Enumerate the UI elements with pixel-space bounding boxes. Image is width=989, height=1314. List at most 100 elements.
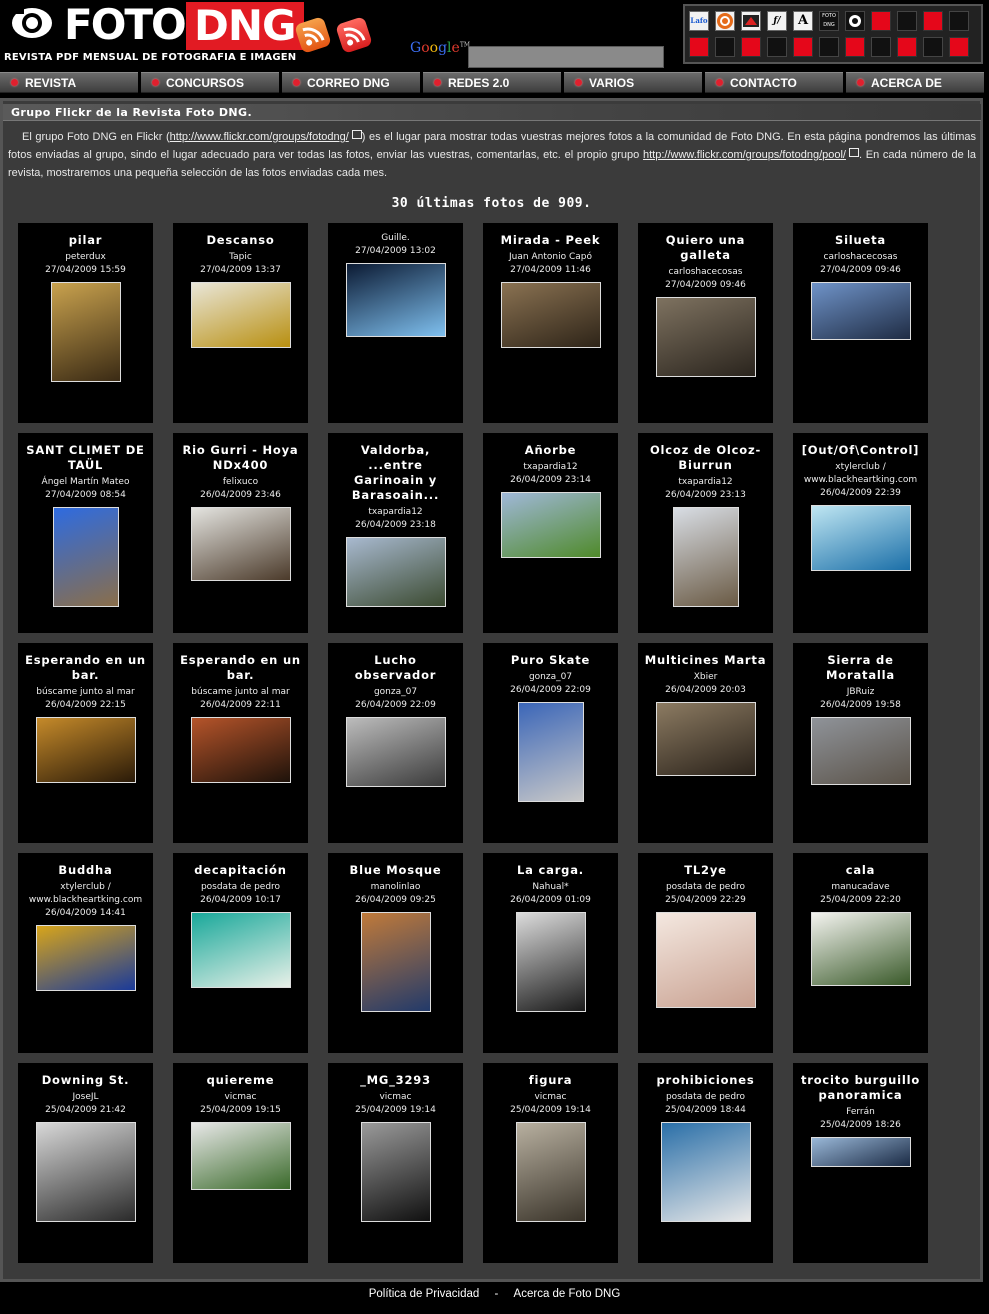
- grid-tile-icon[interactable]: [949, 11, 969, 31]
- photo-thumbnail[interactable]: [50, 282, 121, 382]
- rss-comments-icon[interactable]: [335, 16, 373, 54]
- grid-tile-icon[interactable]: [871, 37, 891, 57]
- photo-icon[interactable]: [741, 11, 761, 31]
- photo-title[interactable]: Puro Skate: [483, 643, 618, 668]
- photo-title[interactable]: Esperando en un bar.: [173, 643, 308, 683]
- flickr-group-link[interactable]: http://www.flickr.com/groups/fotodng/: [170, 131, 349, 143]
- photo-thumbnail[interactable]: [500, 492, 601, 558]
- photo-card[interactable]: Rio Gurri - Hoya NDx400 felixuco 26/04/200…: [173, 433, 308, 633]
- photo-title[interactable]: Silueta: [793, 223, 928, 248]
- photo-thumbnail[interactable]: [190, 507, 291, 581]
- photo-card[interactable]: Guille. 27/04/2009 13:02: [328, 223, 463, 423]
- photo-title[interactable]: cala: [793, 853, 928, 878]
- photo-card[interactable]: La carga. Nahual* 26/04/2009 01:09: [483, 853, 618, 1053]
- photo-thumbnail[interactable]: [345, 537, 446, 607]
- grid-tile-icon[interactable]: [923, 11, 943, 31]
- grid-tile-icon[interactable]: [871, 11, 891, 31]
- photo-card[interactable]: Downing St. JoseJL 25/04/2009 21:42: [18, 1063, 153, 1263]
- about-link[interactable]: Acerca de Foto DNG: [514, 1288, 621, 1300]
- photo-card[interactable]: Añorbe txapardia12 26/04/2009 23:14: [483, 433, 618, 633]
- photo-card[interactable]: figura vicmac 25/04/2009 19:14: [483, 1063, 618, 1263]
- photo-thumbnail[interactable]: [360, 912, 431, 1012]
- nav-revista[interactable]: REVISTA: [0, 72, 138, 93]
- nav-correo-dng[interactable]: CORREO DNG: [282, 72, 420, 93]
- photo-thumbnail[interactable]: [810, 505, 911, 571]
- photo-title[interactable]: pilar: [18, 223, 153, 248]
- photo-title[interactable]: Añorbe: [483, 433, 618, 458]
- photo-card[interactable]: Olcoz de Olcoz-Biurrun txapardia12 26/04/2…: [638, 433, 773, 633]
- photo-card[interactable]: decapitación posdata de pedro 26/04/2009 1…: [173, 853, 308, 1053]
- photo-title[interactable]: Descanso: [173, 223, 308, 248]
- grid-tile-icon[interactable]: [897, 37, 917, 57]
- photo-thumbnail[interactable]: [515, 912, 586, 1012]
- photo-card[interactable]: Puro Skate gonza_07 26/04/2009 22:09: [483, 643, 618, 843]
- photo-title[interactable]: quiereme: [173, 1063, 308, 1088]
- grid-tile-icon[interactable]: [741, 37, 761, 57]
- grid-tile-icon[interactable]: [793, 37, 813, 57]
- photo-title[interactable]: SANT CLIMET DE TAÜL: [18, 433, 153, 473]
- nav-varios[interactable]: VARIOS: [564, 72, 702, 93]
- photo-card[interactable]: quiereme vicmac 25/04/2009 19:15: [173, 1063, 308, 1263]
- signature-icon[interactable]: ƒ/: [767, 11, 787, 31]
- photo-thumbnail[interactable]: [35, 717, 136, 783]
- photo-card[interactable]: trocito burguillo panoramica Ferrán 25/04/…: [793, 1063, 928, 1263]
- photo-card[interactable]: _MG_3293 vicmac 25/04/2009 19:14: [328, 1063, 463, 1263]
- photo-thumbnail[interactable]: [810, 282, 911, 340]
- photo-title[interactable]: trocito burguillo panoramica: [793, 1063, 928, 1103]
- photo-thumbnail[interactable]: [810, 912, 911, 986]
- nav-concursos[interactable]: CONCURSOS: [141, 72, 279, 93]
- photo-title[interactable]: La carga.: [483, 853, 618, 878]
- photo-title[interactable]: Buddha: [18, 853, 153, 878]
- photo-title[interactable]: Multicines Marta: [638, 643, 773, 668]
- photo-thumbnail[interactable]: [517, 702, 584, 802]
- grid-tile-icon[interactable]: [897, 11, 917, 31]
- photo-title[interactable]: TL2ye: [638, 853, 773, 878]
- photo-card[interactable]: Esperando en un bar. búscame junto al mar…: [18, 643, 153, 843]
- nav-contacto[interactable]: CONTACTO: [705, 72, 843, 93]
- site-logo[interactable]: FOTO DNG REVISTA PDF MENSUAL DE FOTOGRAF…: [4, 0, 304, 66]
- photo-title[interactable]: Blue Mosque: [328, 853, 463, 878]
- photo-title[interactable]: [Out/Of\Control]: [793, 433, 928, 458]
- grid-tile-icon[interactable]: [715, 37, 735, 57]
- photo-title[interactable]: [328, 223, 463, 229]
- photo-card[interactable]: Silueta carloshacecosas 27/04/2009 09:46: [793, 223, 928, 423]
- photo-card[interactable]: Sierra de Moratalla JBRuiz 26/04/2009 19:5…: [793, 643, 928, 843]
- photo-title[interactable]: Downing St.: [18, 1063, 153, 1088]
- photo-thumbnail[interactable]: [35, 925, 136, 991]
- photo-thumbnail[interactable]: [190, 717, 291, 783]
- photo-title[interactable]: Mirada - Peek: [483, 223, 618, 248]
- photo-title[interactable]: prohibiciones: [638, 1063, 773, 1088]
- photo-thumbnail[interactable]: [190, 912, 291, 988]
- photo-title[interactable]: figura: [483, 1063, 618, 1088]
- camera-mini-icon[interactable]: [845, 11, 865, 31]
- photo-thumbnail[interactable]: [672, 507, 739, 607]
- google-search-input[interactable]: [468, 46, 664, 68]
- photo-card[interactable]: Valdorba, ...entre Garinoain y Barasoain…: [328, 433, 463, 633]
- photo-card[interactable]: TL2ye posdata de pedro 25/04/2009 22:29: [638, 853, 773, 1053]
- flickr-pool-link[interactable]: http://www.flickr.com/groups/fotodng/poo…: [643, 149, 846, 161]
- photo-title[interactable]: Esperando en un bar.: [18, 643, 153, 683]
- photo-thumbnail[interactable]: [190, 1122, 291, 1190]
- photo-thumbnail[interactable]: [190, 282, 291, 348]
- photo-card[interactable]: Descanso Tapic 27/04/2009 13:37: [173, 223, 308, 423]
- photo-thumbnail[interactable]: [35, 1122, 136, 1222]
- photo-title[interactable]: Olcoz de Olcoz-Biurrun: [638, 433, 773, 473]
- photo-card[interactable]: Buddha xtylerclub / www.blackheartking.co…: [18, 853, 153, 1053]
- grid-tile-icon[interactable]: [819, 37, 839, 57]
- target-icon[interactable]: [715, 11, 735, 31]
- photo-card[interactable]: [Out/Of\Control] xtylerclub / www.blackhe…: [793, 433, 928, 633]
- photo-thumbnail[interactable]: [52, 507, 119, 607]
- grid-tile-icon[interactable]: [949, 37, 969, 57]
- photo-card[interactable]: prohibiciones posdata de pedro 25/04/2009 …: [638, 1063, 773, 1263]
- photo-card[interactable]: Esperando en un bar. búscame junto al mar…: [173, 643, 308, 843]
- photo-card[interactable]: cala manucadave 25/04/2009 22:20: [793, 853, 928, 1053]
- grid-tile-icon[interactable]: [767, 37, 787, 57]
- photo-thumbnail[interactable]: [655, 297, 756, 377]
- nav-acerca-de[interactable]: ACERCA DE: [846, 72, 984, 93]
- photo-thumbnail[interactable]: [655, 702, 756, 776]
- photo-card[interactable]: Mirada - Peek Juan Antonio Capó 27/04/2009…: [483, 223, 618, 423]
- photo-thumbnail[interactable]: [360, 1122, 431, 1222]
- grid-tile-icon[interactable]: [689, 37, 709, 57]
- photo-thumbnail[interactable]: [810, 717, 911, 785]
- grid-tile-icon[interactable]: [845, 37, 865, 57]
